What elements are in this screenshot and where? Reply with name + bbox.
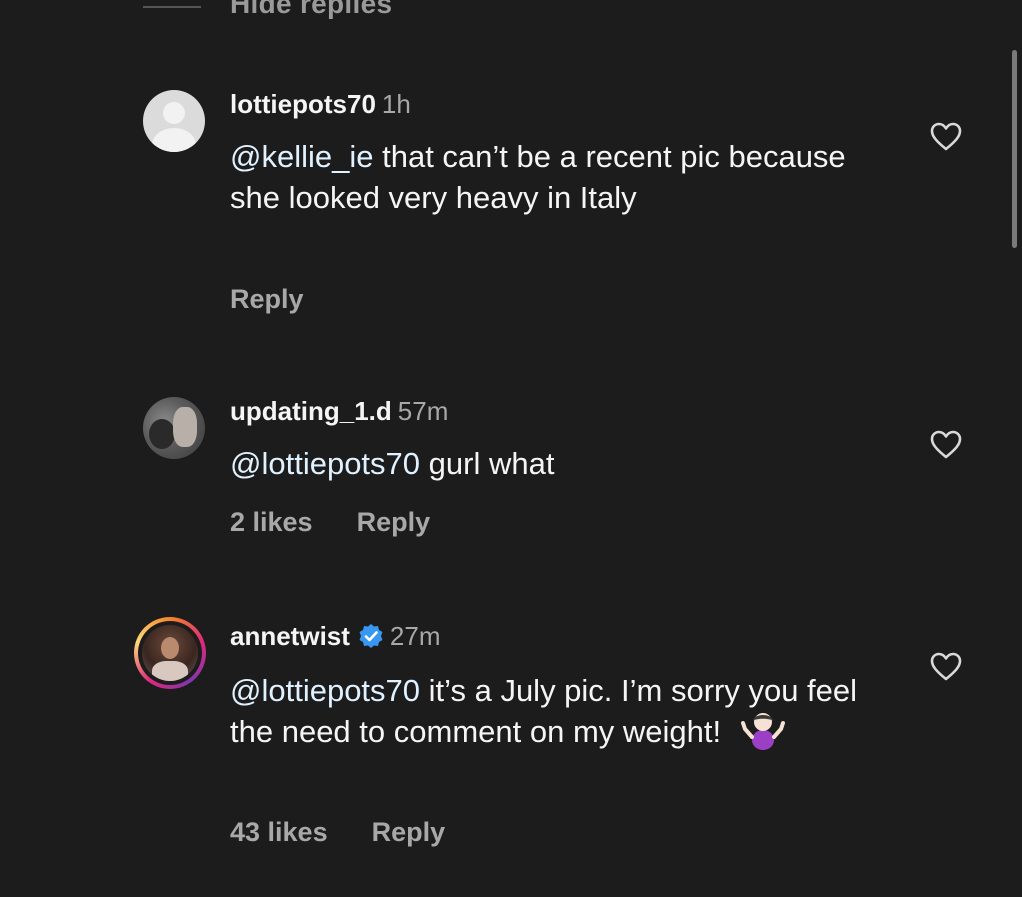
avatar: [142, 625, 198, 681]
comment-text: @lottiepots70 gurl what: [230, 443, 870, 484]
reply-button[interactable]: Reply: [357, 507, 431, 537]
verified-badge-icon: [359, 623, 383, 648]
comment-time: 57m: [397, 396, 449, 426]
comment-meta: lottiepots70 1h: [230, 88, 411, 120]
comment-mention[interactable]: @lottiepots70: [230, 446, 420, 481]
likes-count[interactable]: 2 likes: [230, 507, 313, 537]
comment-meta: updating_1.d 57m: [230, 395, 448, 427]
comment-actions: 43 likes Reply: [230, 817, 445, 848]
comment-text: @kellie_ie that can’t be a recent pic be…: [230, 136, 870, 218]
avatar[interactable]: [143, 90, 205, 152]
heart-icon[interactable]: [930, 430, 962, 460]
hide-replies-button[interactable]: Hide replies: [230, 0, 392, 20]
comment-actions: 2 likes Reply: [230, 507, 430, 538]
comment-username[interactable]: lottiepots70: [230, 89, 376, 119]
heart-icon[interactable]: [930, 122, 962, 152]
comment-meta: annetwist 27m: [230, 620, 441, 652]
reply-button[interactable]: Reply: [372, 817, 446, 847]
shrug-emoji-icon: [741, 712, 786, 750]
avatar-story-ring[interactable]: [134, 617, 206, 689]
likes-count[interactable]: 43 likes: [230, 817, 328, 847]
avatar[interactable]: [143, 397, 205, 459]
comment-username[interactable]: updating_1.d: [230, 396, 392, 426]
comment-mention[interactable]: @lottiepots70: [230, 673, 420, 708]
scrollbar[interactable]: [1012, 50, 1017, 248]
comment-time: 27m: [389, 621, 441, 651]
reply-button[interactable]: Reply: [230, 284, 304, 314]
comment-mention[interactable]: @kellie_ie: [230, 139, 373, 174]
comment-actions: Reply: [230, 284, 304, 315]
top-divider: [143, 6, 201, 8]
comment-time: 1h: [381, 89, 411, 119]
comment-username[interactable]: annetwist: [230, 621, 350, 651]
comment-text: @lottiepots70 it’s a July pic. I’m sorry…: [230, 670, 870, 752]
heart-icon[interactable]: [930, 652, 962, 682]
default-profile-icon: [163, 102, 185, 124]
comment-body: gurl what: [420, 446, 555, 481]
